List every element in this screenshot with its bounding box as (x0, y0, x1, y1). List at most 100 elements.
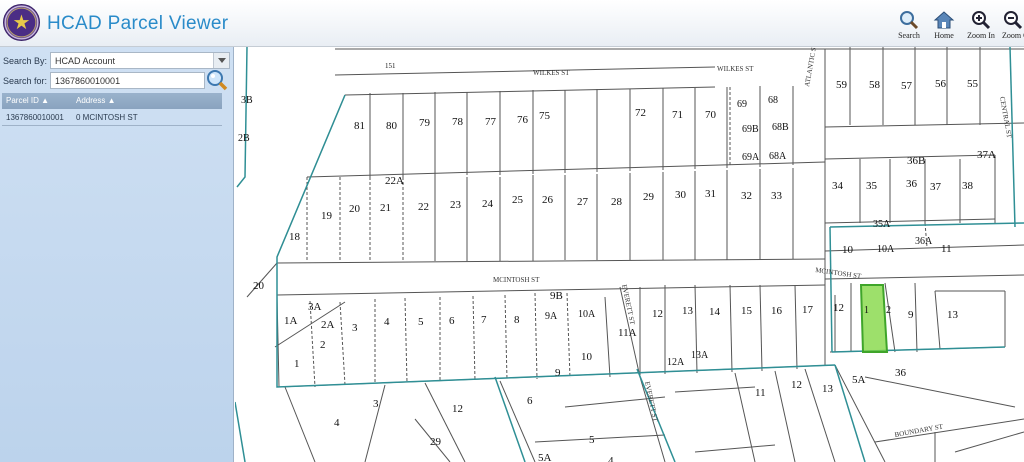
search-for-input[interactable] (50, 72, 205, 89)
lot-number-label: 4 (608, 455, 614, 462)
lot-number-label: 81 (354, 120, 365, 132)
lot-number-label: 5A (852, 374, 866, 386)
lot-number-label: 19 (321, 210, 333, 222)
search-by-value: HCAD Account (55, 56, 116, 66)
lot-number-label: 24 (482, 198, 494, 210)
lot-number-label: 20 (349, 203, 361, 215)
lot-number-label: 8 (514, 314, 520, 326)
selected-parcel[interactable] (859, 284, 889, 353)
lot-number-label: 68 (768, 95, 778, 106)
lot-number-label: 4 (334, 417, 340, 429)
search-tool-button[interactable]: Search (889, 10, 929, 40)
lot-number-label: 79 (419, 117, 431, 129)
search-icon (898, 10, 920, 30)
lot-number-label: 38 (962, 180, 974, 192)
lot-number-label: 2B (238, 133, 250, 144)
search-go-button[interactable] (206, 69, 228, 91)
table-row[interactable]: 1367860010001 0 MCINTOSH ST (2, 110, 222, 126)
parcel-map-canvas[interactable]: WILKES ST WILKES ST ATLANTIC ST CENTRAL … (235, 47, 1024, 462)
lot-number-label: 35 (866, 180, 878, 192)
lot-number-label: 10A (578, 309, 596, 320)
lot-number-label: 58 (869, 79, 881, 91)
lot-number-label: 7 (481, 314, 487, 326)
lot-number-label: 9 (555, 367, 561, 379)
parcel-id-cell: 1367860010001 (6, 113, 64, 122)
lot-number-label: 36 (906, 178, 918, 190)
chevron-down-icon[interactable] (213, 53, 229, 68)
lot-number-label: 11 (941, 243, 952, 255)
home-tool-label: Home (934, 31, 954, 40)
lot-number-label: 11 (755, 387, 766, 399)
app-title: HCAD Parcel Viewer (47, 13, 229, 34)
lot-number-label: 72 (635, 107, 646, 119)
lot-number-label: 69 (737, 99, 747, 110)
lot-number-label: 26 (542, 194, 554, 206)
lot-number-label: 37A (977, 149, 996, 161)
street-label: ATLANTIC ST (803, 47, 819, 87)
lot-number-label: 10A (877, 244, 895, 255)
lot-number-label: 23 (450, 199, 462, 211)
lot-number-label: 18 (289, 231, 301, 243)
search-for-label: Search for: (3, 76, 48, 86)
street-labels: WILKES ST WILKES ST ATLANTIC ST CENTRAL … (493, 47, 1013, 439)
lot-number-label: 17 (802, 304, 814, 316)
lot-number-label: 6 (449, 315, 455, 327)
lot-number-label: 30 (675, 189, 687, 201)
lot-number-label: 69A (742, 152, 760, 163)
lot-number-label: 12 (833, 302, 844, 314)
lot-number-label: 5 (418, 316, 424, 328)
lot-number-label: 10 (842, 244, 854, 256)
lot-number-label: 33 (771, 190, 783, 202)
street-label: MCINTOSH ST (493, 276, 540, 284)
zoom-out-tool-button[interactable]: Zoom O (1000, 10, 1024, 40)
lot-number-label: 3A (308, 301, 322, 313)
lot-number-label: 13 (682, 305, 694, 317)
lot-number-label: 29 (643, 191, 655, 203)
lot-number-label: 13A (691, 350, 709, 361)
lot-number-label: 22 (418, 201, 429, 213)
lot-number-label: 1 (864, 305, 869, 316)
search-by-select[interactable]: HCAD Account (50, 52, 230, 69)
lot-number-label: 29 (430, 436, 442, 448)
lot-number-label: 2 (320, 339, 326, 351)
lot-number-label: 4 (384, 316, 390, 328)
lot-number-label: 31 (705, 188, 716, 200)
lot-number-label: 2A (321, 319, 335, 331)
lot-number-label: 27 (577, 196, 589, 208)
lot-number-label: 9A (545, 311, 558, 322)
lot-number-label: 70 (705, 109, 717, 121)
street-label: BOUNDARY ST (894, 422, 944, 439)
zoom-in-tool-button[interactable]: Zoom In (961, 10, 1001, 40)
address-cell: 0 MCINTOSH ST (76, 113, 138, 122)
zoom-in-tool-label: Zoom In (967, 31, 995, 40)
lot-number-label: 68B (772, 122, 789, 133)
lot-number-label: 15 (741, 305, 753, 317)
lot-number-label: 3 (352, 322, 358, 334)
column-header-parcel-id[interactable]: Parcel ID ▲ (6, 96, 49, 105)
zoom-in-icon (970, 10, 992, 30)
search-by-label: Search By: (3, 56, 48, 66)
lot-number-label: 37 (930, 181, 942, 193)
lot-number-label: 78 (452, 116, 464, 128)
lot-number-label: 16 (771, 305, 783, 317)
hcad-seal-logo: ★ (3, 4, 40, 41)
lot-number-label: 6 (527, 395, 533, 407)
home-tool-button[interactable]: Home (924, 10, 964, 40)
zoom-out-icon (1002, 10, 1024, 30)
lot-number-label: 20 (253, 280, 265, 292)
parcel-map[interactable]: WILKES ST WILKES ST ATLANTIC ST CENTRAL … (235, 47, 1024, 462)
lot-number-label: 75 (539, 110, 551, 122)
lot-number-label: 12 (452, 403, 463, 415)
lot-number-label: 71 (672, 109, 683, 121)
zoom-out-tool-label: Zoom O (1002, 31, 1024, 40)
lot-number-label: 12 (652, 308, 663, 320)
column-header-address[interactable]: Address ▲ (76, 96, 116, 105)
lot-number-label: 36 (895, 367, 907, 379)
lot-number-label: 9 (908, 309, 914, 321)
lot-number-label: 57 (901, 80, 913, 92)
lot-number-label: 11A (618, 327, 637, 339)
lot-number-label: 36B (907, 155, 925, 167)
lot-number-label: 22A (385, 175, 404, 187)
street-label: WILKES ST (533, 69, 570, 77)
lot-number-label: 5A (538, 452, 552, 462)
